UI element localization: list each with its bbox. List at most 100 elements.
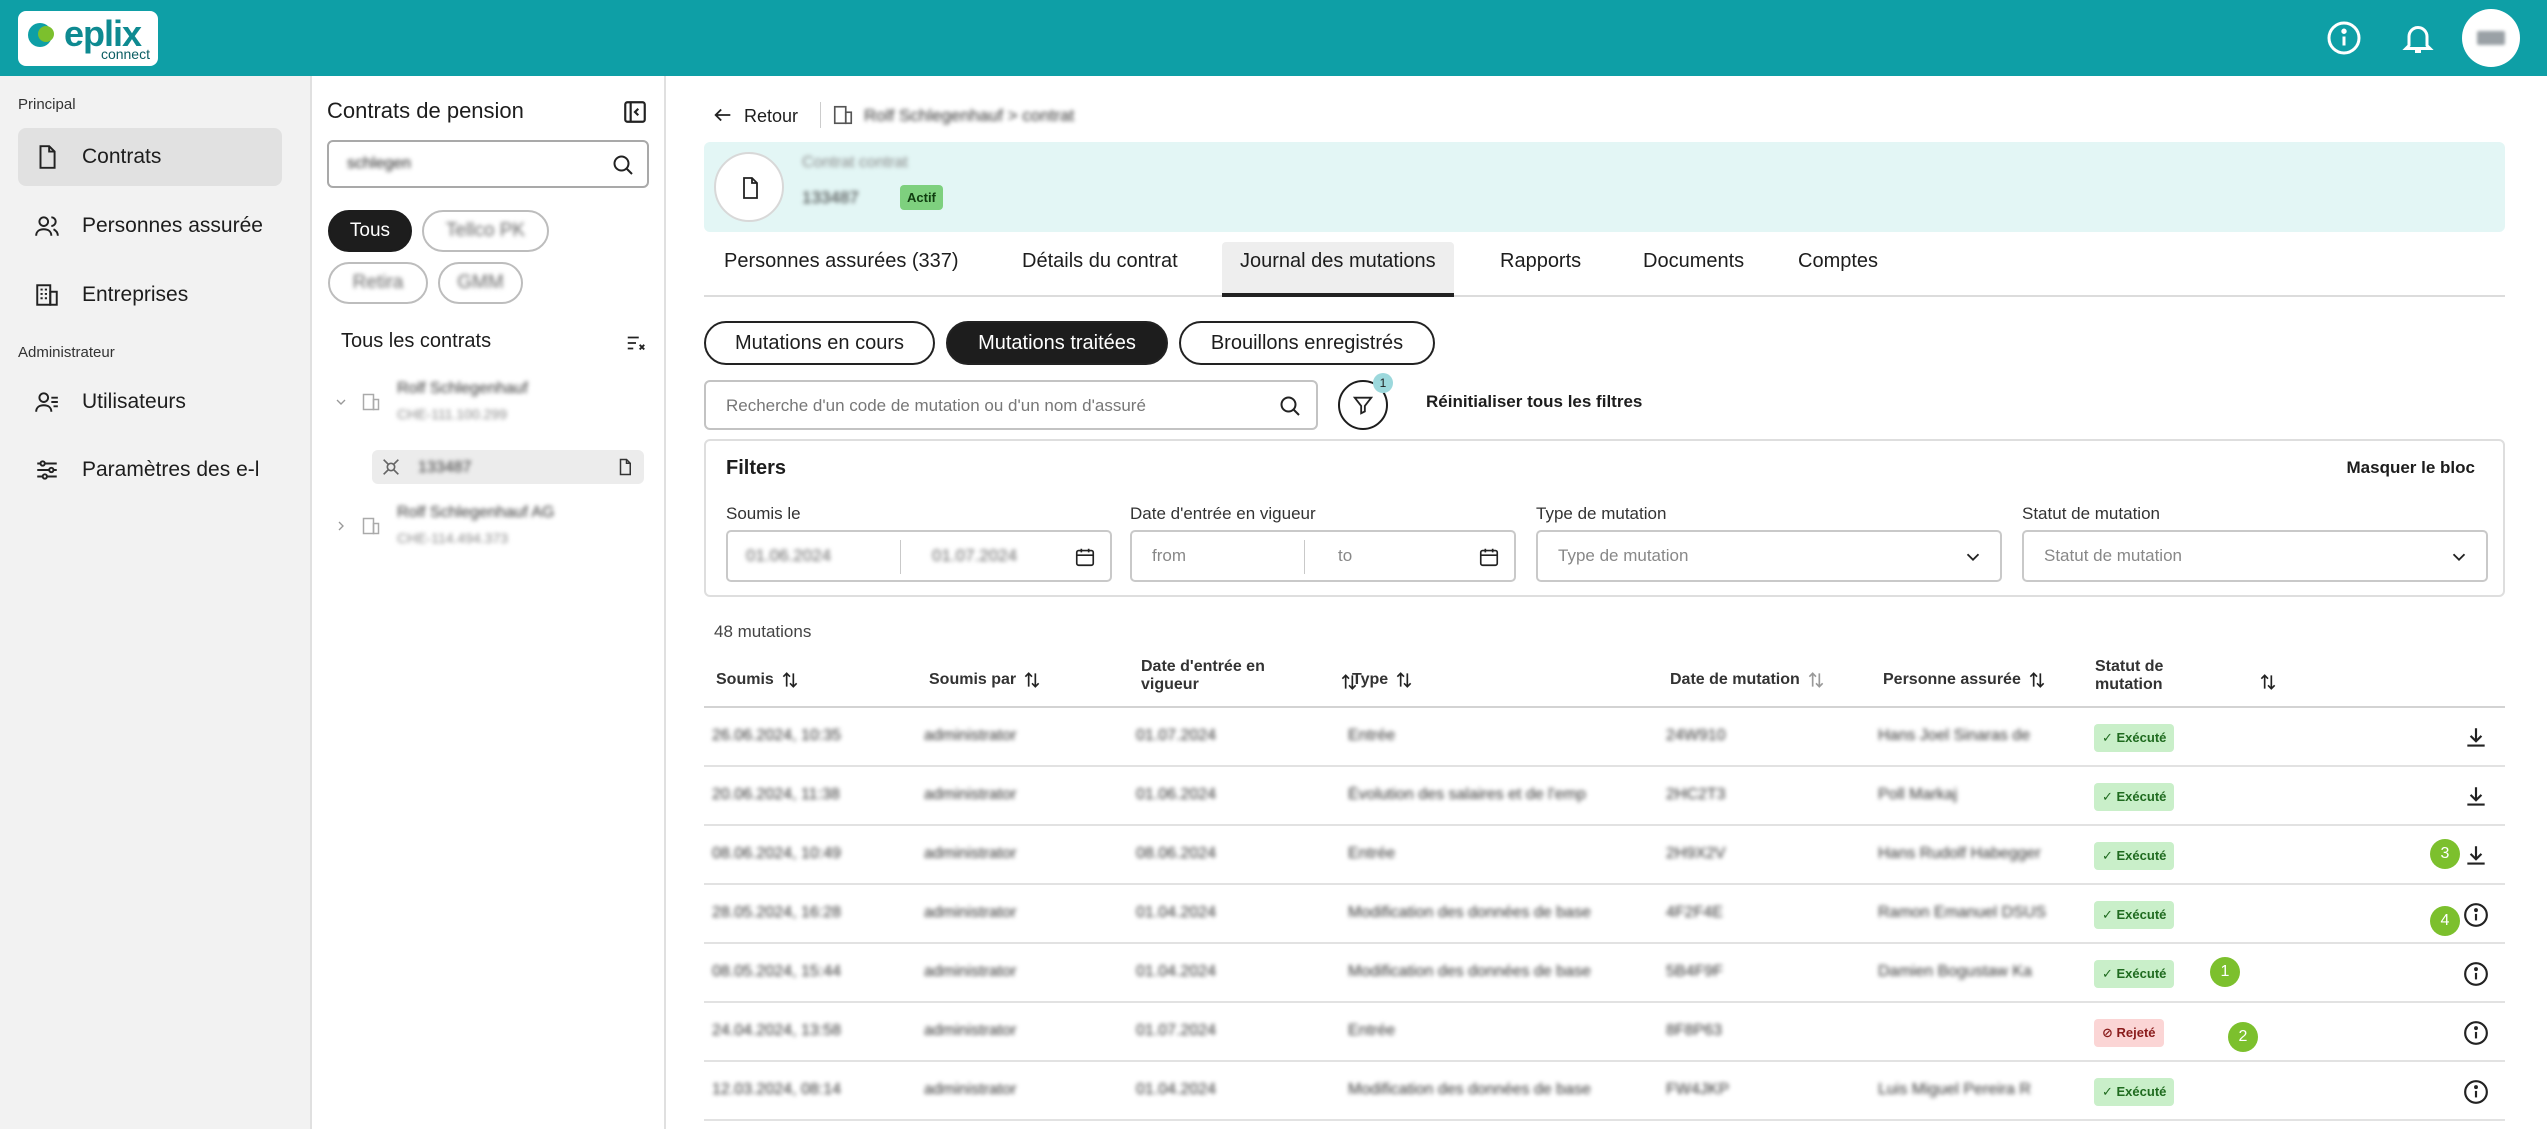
status-select[interactable]: Statut de mutation: [2022, 530, 2488, 582]
status-badge: ✓ Exécuté: [2094, 783, 2175, 811]
cell-mutation-date: 2HC2T3: [1666, 786, 1726, 803]
column-title: Personne assurée: [1883, 671, 2021, 689]
sort-icon[interactable]: [2027, 670, 2047, 690]
clear-filter-icon[interactable]: [625, 332, 647, 354]
reset-filters-link[interactable]: Réinitialiser tous les filtres: [1426, 392, 1642, 412]
chip-tellco[interactable]: Tellco PK: [422, 210, 549, 252]
sort-icon[interactable]: [1022, 670, 1042, 690]
effective-date-range[interactable]: from to: [1130, 530, 1516, 582]
chevron-down-icon[interactable]: [333, 394, 349, 410]
column-title: Type: [1352, 671, 1389, 689]
pill-brouillons[interactable]: Brouillons enregistrés: [1179, 321, 1435, 365]
tab-personnes-assurees[interactable]: Personnes assurées (337): [706, 242, 977, 297]
info-icon[interactable]: [2463, 1020, 2489, 1046]
status-badge: ✓ Exécuté: [2094, 842, 2175, 870]
type-select[interactable]: Type de mutation: [1536, 530, 2002, 582]
info-icon[interactable]: [2463, 902, 2489, 928]
bell-icon[interactable]: [2400, 20, 2436, 56]
sort-icon[interactable]: [1806, 670, 1826, 690]
hide-filters-link[interactable]: Masquer le bloc: [2347, 458, 2475, 478]
download-icon[interactable]: [2463, 784, 2489, 810]
nav-item-entreprises[interactable]: Entreprises: [18, 266, 282, 324]
nav-label: Paramètres des e-l: [82, 458, 260, 481]
table-row[interactable]: 24.04.2024, 13:58 administrator 01.07.2024…: [704, 1004, 2505, 1062]
search-icon[interactable]: [1278, 394, 1302, 418]
chip-tous[interactable]: Tous: [328, 210, 412, 252]
download-icon[interactable]: [2463, 843, 2489, 869]
sort-icon[interactable]: [780, 670, 800, 690]
cell-effective-date: 01.07.2024: [1136, 1022, 1217, 1039]
sort-icon[interactable]: [2258, 672, 2278, 692]
status-badge: ✓ Exécuté: [2094, 901, 2175, 929]
contract-search-input[interactable]: schlegen: [327, 140, 649, 188]
breadcrumb[interactable]: Rolf Schlegenhauf > contrat: [864, 106, 1074, 126]
column-header-soumis[interactable]: Soumis: [716, 670, 800, 690]
status-text: Exécuté: [2116, 1084, 2167, 1099]
tab-journal[interactable]: Journal des mutations: [1222, 242, 1454, 297]
info-icon[interactable]: [2463, 961, 2489, 987]
download-icon[interactable]: [2463, 725, 2489, 751]
column-header-soumis-par[interactable]: Soumis par: [929, 670, 1042, 690]
column-header-type[interactable]: Type: [1352, 670, 1414, 690]
chip-retira[interactable]: Retira: [328, 262, 428, 304]
cell-submitted-by: administrator: [924, 786, 1017, 803]
table-row[interactable]: 28.05.2024, 16:28 administrator 01.04.2024…: [704, 886, 2505, 944]
chip-gmm[interactable]: GMM: [438, 262, 523, 304]
cell-submitted-by: administrator: [924, 727, 1017, 744]
pill-mutations-traitees[interactable]: Mutations traitées: [946, 321, 1168, 365]
submitted-to[interactable]: 01.07.2024: [932, 546, 1017, 566]
nav-item-parametres[interactable]: Paramètres des e-l: [18, 441, 282, 499]
company-code: CHE-111.100.299: [397, 406, 507, 422]
info-icon[interactable]: [2326, 20, 2362, 56]
mutation-search-input[interactable]: Recherche d'un code de mutation ou d'un …: [704, 380, 1318, 430]
user-avatar[interactable]: [2462, 9, 2520, 67]
building-icon: [36, 284, 58, 306]
nav-item-contrats[interactable]: Contrats: [18, 128, 282, 186]
to-placeholder[interactable]: to: [1338, 546, 1352, 566]
table-row[interactable]: 08.06.2024, 10:49 administrator 08.06.2024…: [704, 827, 2505, 885]
cell-submitted-by: administrator: [924, 1022, 1017, 1039]
table-row[interactable]: 20.06.2024, 11:38 administrator 01.06.2024…: [704, 768, 2505, 826]
info-icon[interactable]: [2463, 1079, 2489, 1105]
tab-rapports[interactable]: Rapports: [1482, 242, 1599, 297]
cell-type: Entrée: [1348, 845, 1396, 862]
submitted-date-range[interactable]: 01.06.2024 01.07.2024: [726, 530, 1112, 582]
chevron-right-icon[interactable]: [333, 518, 349, 534]
table-row[interactable]: 08.05.2024, 15:44 administrator 01.04.2024…: [704, 945, 2505, 1003]
chevron-down-icon: [1966, 553, 1980, 562]
tab-comptes[interactable]: Comptes: [1780, 242, 1896, 297]
cell-submitted: 24.04.2024, 13:58: [712, 1022, 842, 1039]
calendar-icon[interactable]: [1074, 546, 1096, 568]
filter-label-type: Type de mutation: [1536, 504, 1667, 523]
mutation-count: 48 mutations: [714, 622, 812, 641]
cell-person: Hans Rudolf Habegger: [1878, 845, 2041, 862]
filters-panel: Filters Masquer le bloc Soumis le 01.06.…: [704, 439, 2505, 597]
nav-item-personnes-assurees[interactable]: Personnes assurée: [18, 197, 282, 255]
sort-icon[interactable]: [1394, 670, 1414, 690]
search-icon[interactable]: [611, 153, 635, 177]
calendar-icon[interactable]: [1478, 546, 1500, 568]
table-row[interactable]: 26.06.2024, 10:35 administrator 01.07.2024…: [704, 709, 2505, 767]
cell-effective-date: 08.06.2024: [1136, 845, 1217, 862]
column-header-date-entree[interactable]: Date d'entrée en vigueur: [1141, 658, 1281, 694]
tab-documents[interactable]: Documents: [1625, 242, 1762, 297]
filter-toggle-button[interactable]: 1: [1338, 373, 1393, 430]
cell-person: Hans Joel Sinaras de: [1878, 727, 2031, 744]
tab-bar: Personnes assurées (337) Détails du cont…: [704, 242, 2505, 297]
from-placeholder[interactable]: from: [1152, 546, 1186, 566]
column-header-date-mutation[interactable]: Date de mutation: [1670, 670, 1826, 690]
column-title: Date d'entrée en vigueur: [1141, 658, 1265, 693]
tree-contract-selected[interactable]: 133487: [372, 450, 644, 484]
nav-item-utilisateurs[interactable]: Utilisateurs: [18, 373, 282, 431]
tab-details[interactable]: Détails du contrat: [1004, 242, 1196, 297]
column-header-statut[interactable]: Statut de mutation: [2095, 658, 2205, 694]
status-text: Exécuté: [2116, 789, 2167, 804]
column-header-personne[interactable]: Personne assurée: [1883, 670, 2047, 690]
table-row[interactable]: 12.03.2024, 08:14 administrator 01.04.2024…: [704, 1063, 2505, 1121]
contract-number: 133487: [802, 188, 859, 207]
collapse-panel-icon[interactable]: [622, 99, 648, 125]
sliders-icon: [37, 460, 57, 480]
eplix-logo[interactable]: eplix connect: [18, 11, 158, 66]
submitted-from[interactable]: 01.06.2024: [746, 546, 831, 566]
pill-mutations-en-cours[interactable]: Mutations en cours: [704, 321, 935, 365]
